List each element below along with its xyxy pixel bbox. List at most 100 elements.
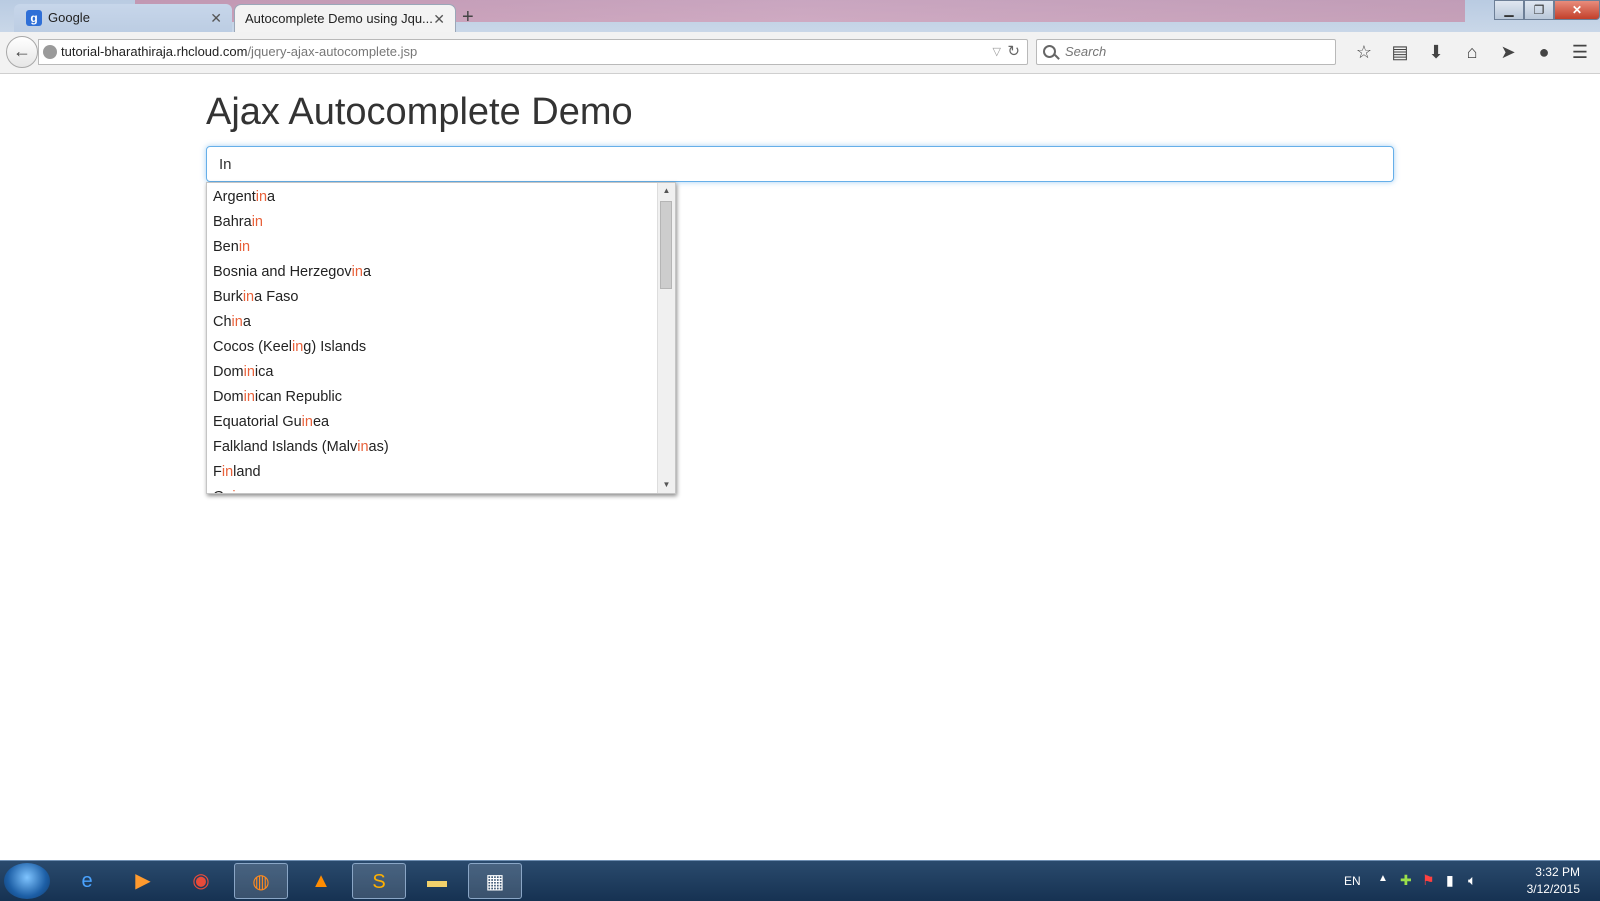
suggestion-item[interactable]: Equatorial Guinea xyxy=(207,410,657,435)
suggestion-text: Falkland Islands (Malv xyxy=(213,439,358,455)
match-highlight: in xyxy=(251,214,263,230)
suggestion-item[interactable]: Guinea xyxy=(207,485,657,493)
suggestion-text: a xyxy=(242,314,251,330)
suggestion-item[interactable]: China xyxy=(207,310,657,335)
url-bar[interactable]: tutorial-bharathiraja.rhcloud.com/jquery… xyxy=(38,39,1028,65)
suggestion-item[interactable]: Burkina Faso xyxy=(207,285,657,310)
match-highlight: in xyxy=(221,464,234,480)
suggestion-text: a Faso xyxy=(254,289,299,305)
windows-start-icon[interactable] xyxy=(4,863,50,899)
match-highlight: in xyxy=(238,239,251,255)
suggestion-item[interactable]: Dominican Republic xyxy=(207,385,657,410)
scroll-down-arrow-icon[interactable]: ▼ xyxy=(658,477,675,493)
firefox-icon[interactable]: ◍ xyxy=(234,863,288,899)
suggestion-item[interactable]: Bahrain xyxy=(207,210,657,235)
scroll-thumb[interactable] xyxy=(660,201,672,289)
suggestion-list: Argentina Bahrain Benin Bosnia and Herzegov… xyxy=(207,185,657,493)
autocomplete-dropdown: Argentina Bahrain Benin Bosnia and Herzegov… xyxy=(206,182,676,494)
suggestion-item[interactable]: Falkland Islands (Malvinas) xyxy=(207,435,657,460)
match-highlight: in xyxy=(243,389,255,405)
clock-time[interactable]: 3:32 PM xyxy=(1535,865,1580,879)
bookmarks-list-icon[interactable]: ▤ xyxy=(1382,39,1418,65)
back-arrow-icon[interactable]: ← xyxy=(6,36,38,68)
restore-icon[interactable]: ❐ xyxy=(1524,0,1554,20)
url-path: /jquery-ajax-autocomplete.jsp xyxy=(247,44,418,59)
vlc-icon[interactable]: ▲ xyxy=(294,863,348,899)
autocomplete-input[interactable] xyxy=(206,146,1394,182)
show-hidden-icons-icon[interactable]: ▲ xyxy=(1378,873,1388,884)
suggestion-text: a xyxy=(362,264,372,280)
suggestion-item[interactable]: Dominica xyxy=(207,360,657,385)
nav-bar: ← tutorial-bharathiraja.rhcloud.com/jque… xyxy=(0,32,1600,74)
tab-autocomplete-demo[interactable]: Autocomplete Demo using Jqu... ✕ xyxy=(234,4,456,32)
bookmark-star-icon[interactable]: ☆ xyxy=(1346,39,1382,65)
suggestion-item[interactable]: Argentina xyxy=(207,185,657,210)
search-icon xyxy=(1043,45,1056,58)
globe-icon xyxy=(43,45,57,59)
suggestion-item[interactable]: Benin xyxy=(207,235,657,260)
reload-icon[interactable]: ↻ xyxy=(1007,40,1020,64)
sublime-text-icon[interactable]: S xyxy=(352,863,406,899)
suggestion-text: Burk xyxy=(213,289,243,305)
internet-explorer-icon[interactable]: e xyxy=(60,863,114,899)
suggestion-text: ican Republic xyxy=(254,389,342,405)
suggestion-text: Dom xyxy=(213,364,244,380)
taskbar: e ▶ ◉ ◍ ▲ S ▬ ▦ EN ▲ ✚ ⚑ ▮ 🔈︎ 3:32 PM 3/… xyxy=(0,860,1600,901)
suggestion-text: F xyxy=(213,464,222,480)
language-indicator[interactable]: EN xyxy=(1344,874,1361,888)
chat-icon[interactable]: ● xyxy=(1526,39,1562,65)
match-highlight: in xyxy=(242,289,255,305)
window-controls: ▁ ❐ ✕ xyxy=(1494,0,1600,20)
suggestion-text: ea xyxy=(312,414,330,430)
suggestion-item[interactable]: Cocos (Keeling) Islands xyxy=(207,335,657,360)
tray-plus-icon[interactable]: ✚ xyxy=(1400,872,1412,889)
suggestion-text: Ben xyxy=(213,239,239,255)
scroll-up-arrow-icon[interactable]: ▲ xyxy=(658,183,675,199)
dropdown-scrollbar[interactable]: ▲ ▼ xyxy=(657,183,675,493)
volume-icon[interactable]: 🔈︎ xyxy=(1468,872,1476,889)
network-icon[interactable]: ▮ xyxy=(1446,872,1454,889)
suggestion-text: Bahra xyxy=(213,214,252,230)
home-icon[interactable]: ⌂ xyxy=(1454,39,1490,65)
match-highlight: in xyxy=(301,414,313,430)
toolbar-icons: ☆ ▤ ⬇ ⌂ ➤ ● ☰ xyxy=(1346,39,1598,65)
new-tab-icon[interactable]: + xyxy=(462,4,474,30)
suggestion-text: Argent xyxy=(213,189,256,205)
suggestion-text: Equatorial Gu xyxy=(213,414,302,430)
suggestion-item[interactable]: Finland xyxy=(207,460,657,485)
match-highlight: in xyxy=(255,189,268,205)
match-highlight: in xyxy=(243,364,255,380)
tab-title: Google xyxy=(48,10,90,25)
clock-date[interactable]: 3/12/2015 xyxy=(1527,882,1580,896)
send-icon[interactable]: ➤ xyxy=(1490,39,1526,65)
search-bar[interactable] xyxy=(1036,39,1336,65)
suggestion-text: Cocos (Keel xyxy=(213,339,292,355)
calendar-app-icon[interactable]: ▦ xyxy=(468,863,522,899)
download-icon[interactable]: ⬇ xyxy=(1418,39,1454,65)
match-highlight: in xyxy=(231,314,243,330)
suggestion-text: Gu xyxy=(213,489,232,493)
close-icon[interactable]: ✕ xyxy=(210,4,222,32)
tab-google[interactable]: g Google ✕ xyxy=(14,4,232,32)
media-player-icon[interactable]: ▶ xyxy=(116,863,170,899)
file-explorer-icon[interactable]: ▬ xyxy=(410,863,464,899)
match-highlight: in xyxy=(357,439,369,455)
dropdown-arrow-icon[interactable]: ▽ xyxy=(993,40,1001,64)
chrome-icon[interactable]: ◉ xyxy=(174,863,228,899)
minimize-icon[interactable]: ▁ xyxy=(1494,0,1524,20)
match-highlight: in xyxy=(351,264,363,280)
suggestion-text: ea xyxy=(244,489,260,493)
suggestion-text: g) Islands xyxy=(303,339,367,355)
action-center-icon[interactable]: ⚑ xyxy=(1422,872,1435,889)
page-title: Ajax Autocomplete Demo xyxy=(206,91,633,133)
search-input[interactable] xyxy=(1063,43,1327,60)
suggestion-item[interactable]: Bosnia and Herzegovina xyxy=(207,260,657,285)
url-text[interactable]: tutorial-bharathiraja.rhcloud.com/jquery… xyxy=(61,40,417,64)
suggestion-text: Ch xyxy=(213,314,232,330)
close-window-icon[interactable]: ✕ xyxy=(1554,0,1600,20)
suggestion-text: as) xyxy=(368,439,389,455)
google-icon: g xyxy=(26,10,42,26)
menu-icon[interactable]: ☰ xyxy=(1562,39,1598,65)
close-icon[interactable]: ✕ xyxy=(433,5,445,33)
url-host: tutorial-bharathiraja.rhcloud.com xyxy=(61,44,248,59)
